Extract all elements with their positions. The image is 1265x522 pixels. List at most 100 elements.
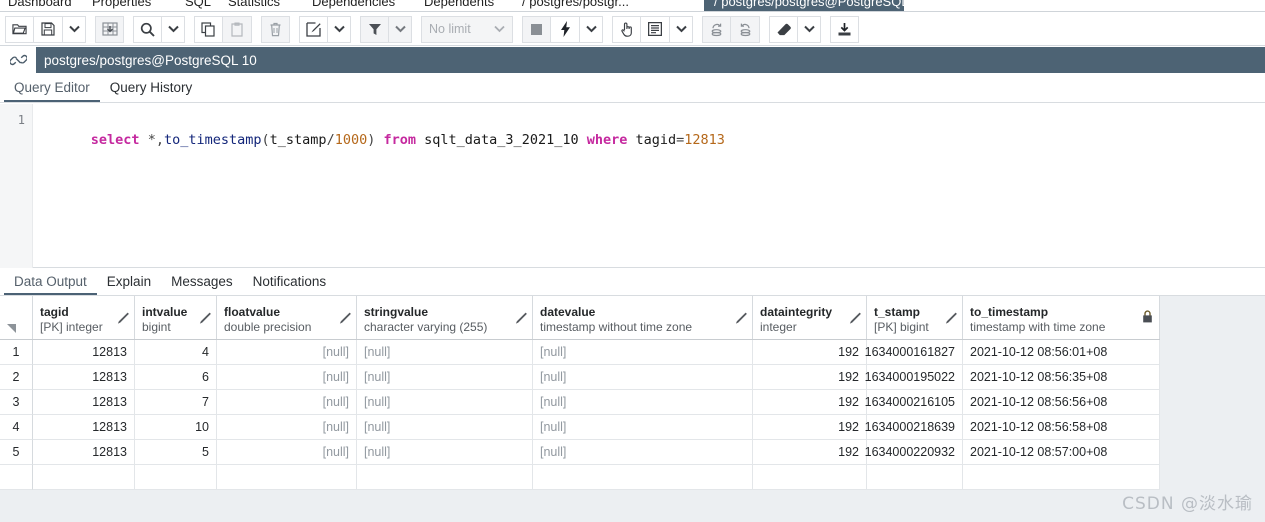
pencil-icon[interactable] [199,311,211,329]
cell-to_timestamp[interactable]: 2021-10-12 08:56:56+08 [963,390,1160,415]
cell-floatvalue[interactable]: [null] [217,365,357,390]
row-number[interactable]: 1 [0,340,33,365]
table-row[interactable]: 2 12813 6 [null] [null] [null] 192 163400019502… [0,365,1160,390]
cell-intvalue[interactable]: 10 [135,415,217,440]
column-header-to_timestamp[interactable]: to_timestamp timestamp with time zone [963,296,1160,339]
cell-stringvalue[interactable] [357,465,533,490]
delete-row-button[interactable] [261,15,290,43]
column-header-datevalue[interactable]: datevalue timestamp without time zone [533,296,753,339]
execute-query-button[interactable] [551,15,580,43]
cell-dataintegrity[interactable]: 192 [753,390,867,415]
column-header-tagid[interactable]: tagid [PK] integer [33,296,135,339]
cell-datevalue[interactable]: [null] [533,415,753,440]
column-header-t_stamp[interactable]: t_stamp [PK] bigint [867,296,963,339]
cell-to_timestamp[interactable]: 2021-10-12 08:56:01+08 [963,340,1160,365]
row-number[interactable]: 4 [0,415,33,440]
cell-datevalue[interactable] [533,465,753,490]
cell-dataintegrity[interactable]: 192 [753,415,867,440]
table-row[interactable]: 5 12813 5 [null] [null] [null] 192 163400022093… [0,440,1160,465]
pencil-icon[interactable] [515,311,527,329]
cell-tagid[interactable]: 12813 [33,365,135,390]
link-broken-icon[interactable] [0,52,36,68]
clear-button[interactable] [769,15,798,43]
cell-to_timestamp[interactable]: 2021-10-12 08:56:35+08 [963,365,1160,390]
row-number[interactable]: 2 [0,365,33,390]
cell-to_timestamp[interactable] [963,465,1160,490]
filter-button[interactable] [360,15,389,43]
cell-stringvalue[interactable]: [null] [357,365,533,390]
pencil-icon[interactable] [339,311,351,329]
save-options-dropdown[interactable] [63,15,86,43]
rollback-button[interactable] [731,15,760,43]
download-csv-button[interactable] [830,15,859,43]
cell-t_stamp[interactable]: 1634000220932 [865,440,963,465]
cell-floatvalue[interactable]: [null] [217,440,357,465]
pencil-icon[interactable] [945,311,957,329]
row-number[interactable] [0,465,33,490]
connection-label[interactable]: postgres/postgres@PostgreSQL 10 [36,47,1265,73]
cell-tagid[interactable]: 12813 [33,340,135,365]
column-header-dataintegrity[interactable]: dataintegrity integer [753,296,867,339]
cell-stringvalue[interactable]: [null] [357,390,533,415]
cell-t_stamp[interactable]: 1634000218639 [865,415,963,440]
column-header-stringvalue[interactable]: stringvalue character varying (255) [357,296,533,339]
edit-options-dropdown[interactable] [328,15,351,43]
row-limit-select[interactable]: No limit [421,15,513,43]
table-row[interactable]: 3 12813 7 [null] [null] [null] 192 163400021610… [0,390,1160,415]
tab-notifications[interactable]: Notifications [243,274,337,295]
cell-intvalue[interactable] [135,465,217,490]
execute-options-dropdown[interactable] [580,15,603,43]
column-header-intvalue[interactable]: intvalue bigint [135,296,217,339]
copy-button[interactable] [194,15,223,43]
cell-t_stamp[interactable]: 1634000161827 [865,340,963,365]
cell-dataintegrity[interactable] [753,465,867,490]
tab-explain[interactable]: Explain [97,274,161,295]
clear-options-dropdown[interactable] [798,15,821,43]
tab-query-history[interactable]: Query History [100,80,203,102]
cell-intvalue[interactable]: 5 [135,440,217,465]
cell-dataintegrity[interactable]: 192 [753,365,867,390]
results-grid[interactable]: tagid [PK] integer intvalue bigint floatvalu… [0,296,1265,522]
pencil-icon[interactable] [735,311,747,329]
table-row[interactable]: 4 12813 10 [null] [null] [null] 192 16340002186… [0,415,1160,440]
pencil-icon[interactable] [117,311,129,329]
cell-floatvalue[interactable]: [null] [217,415,357,440]
tab-query-editor[interactable]: Query Editor [4,80,100,102]
tab-statistics[interactable]: Statistics [228,0,280,9]
paste-button[interactable] [223,15,252,43]
stop-query-button[interactable] [522,15,551,43]
explain-options-dropdown[interactable] [670,15,693,43]
cell-floatvalue[interactable]: [null] [217,390,357,415]
cell-to_timestamp[interactable]: 2021-10-12 08:57:00+08 [963,440,1160,465]
cell-datevalue[interactable]: [null] [533,440,753,465]
column-header-floatvalue[interactable]: floatvalue double precision [217,296,357,339]
tab-sql[interactable]: SQL [185,0,211,9]
tab-dashboard[interactable]: Dashboard [8,0,72,9]
cell-tagid[interactable]: 12813 [33,390,135,415]
cell-stringvalue[interactable]: [null] [357,340,533,365]
cell-tagid[interactable] [33,465,135,490]
open-file-button[interactable] [5,15,34,43]
cell-dataintegrity[interactable]: 192 [753,440,867,465]
commit-button[interactable] [702,15,731,43]
find-button[interactable] [133,15,162,43]
cell-floatvalue[interactable] [217,465,357,490]
row-number[interactable]: 3 [0,390,33,415]
pencil-icon[interactable] [849,311,861,329]
lock-icon[interactable] [1142,310,1153,328]
explain-button[interactable] [641,15,670,43]
table-row[interactable] [0,465,1160,490]
edit-button[interactable] [299,15,328,43]
tab-messages[interactable]: Messages [161,274,243,295]
table-row[interactable]: 1 12813 4 [null] [null] [null] 192 163400016182… [0,340,1160,365]
cell-t_stamp[interactable]: 1634000195022 [865,365,963,390]
sql-editor[interactable]: 1 select *,to_timestamp(t_stamp/1000) fr… [0,104,1265,268]
cell-intvalue[interactable]: 6 [135,365,217,390]
paste-row-button[interactable] [95,15,124,43]
cell-tagid[interactable]: 12813 [33,415,135,440]
cell-dataintegrity[interactable]: 192 [753,340,867,365]
cell-floatvalue[interactable]: [null] [217,340,357,365]
macros-button[interactable] [612,15,641,43]
tab-query-inactive[interactable]: / postgres/postgr... [522,0,629,9]
cell-intvalue[interactable]: 7 [135,390,217,415]
